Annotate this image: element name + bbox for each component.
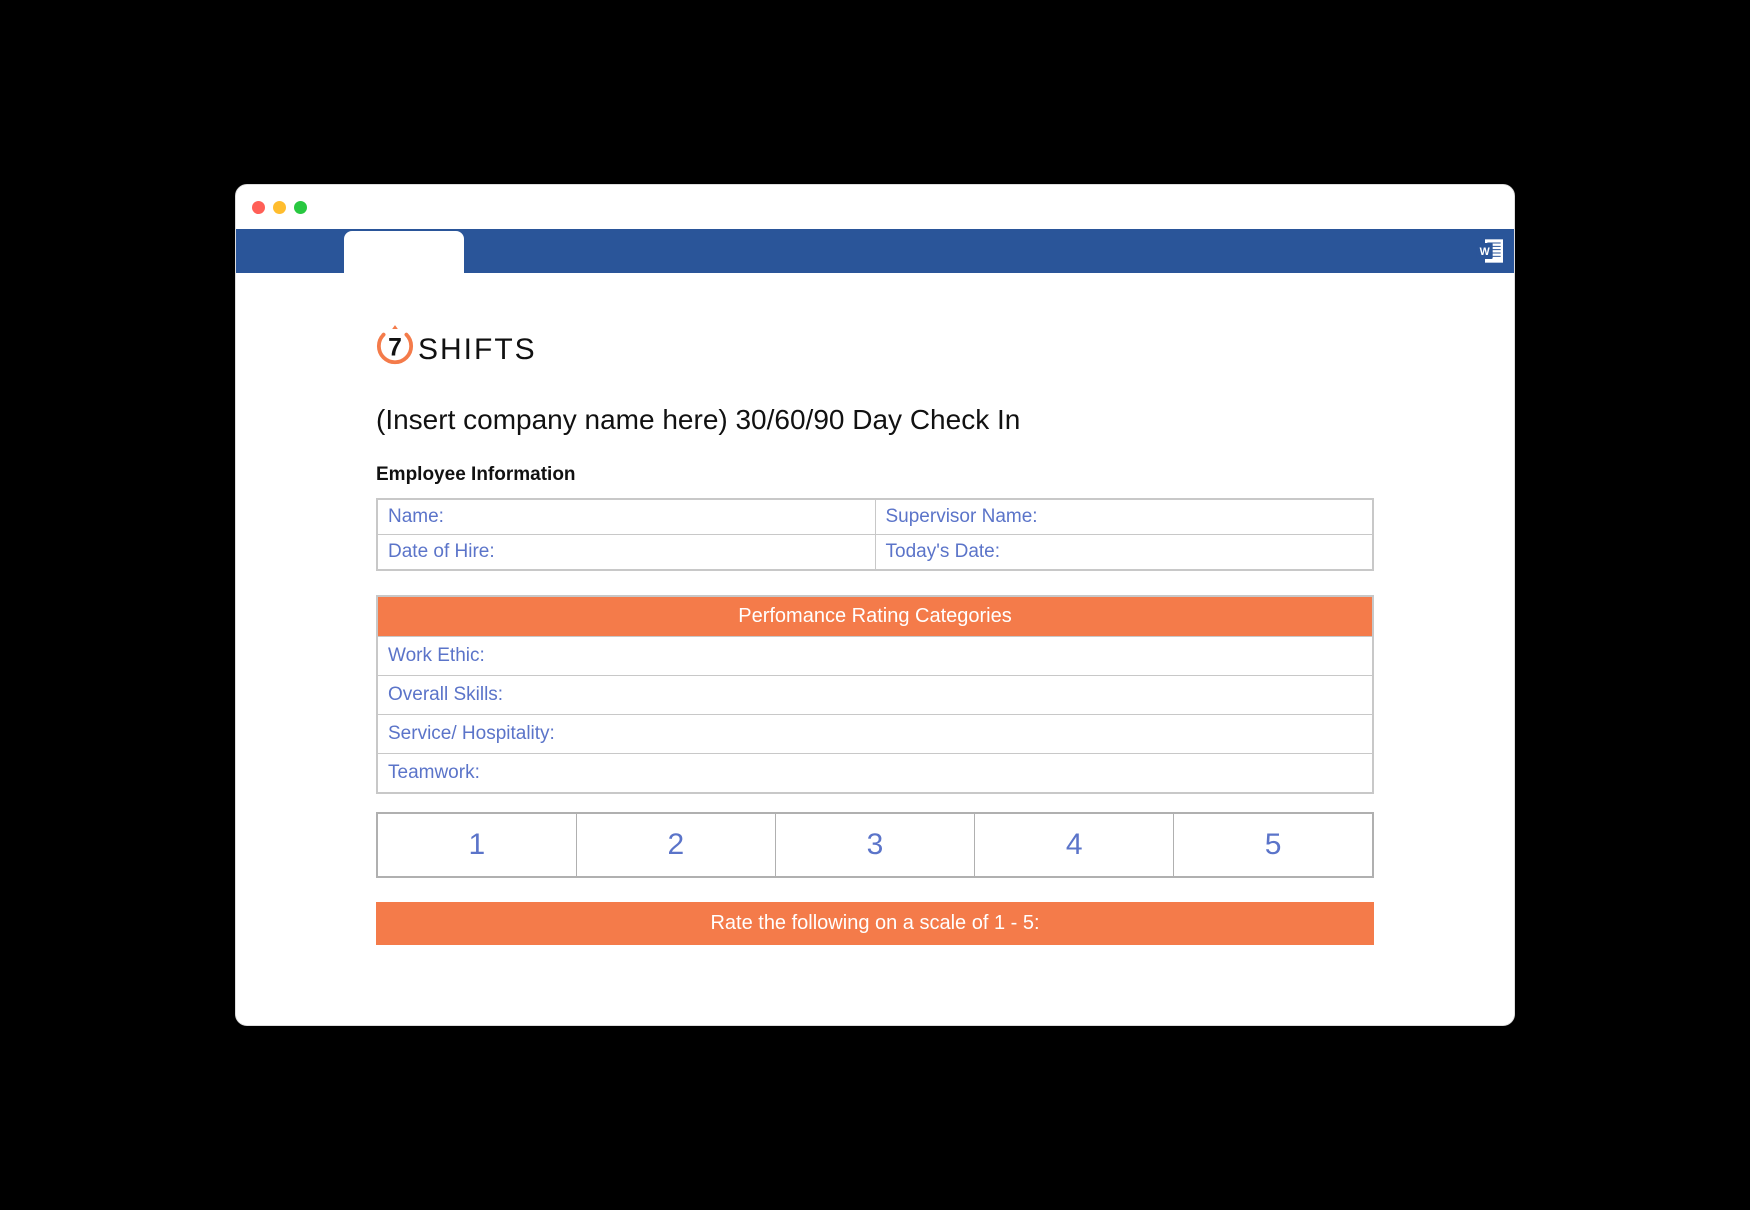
employee-info-heading: Employee Information bbox=[376, 464, 1374, 486]
table-row: Teamwork: bbox=[377, 754, 1373, 794]
table-row: Name: Supervisor Name: bbox=[377, 499, 1373, 535]
close-icon[interactable] bbox=[252, 201, 265, 214]
table-row: Work Ethic: bbox=[377, 637, 1373, 676]
performance-header: Perfomance Rating Categories bbox=[377, 596, 1373, 637]
scale-4[interactable]: 4 bbox=[975, 813, 1174, 877]
document-title: (Insert company name here) 30/60/90 Day … bbox=[376, 404, 1374, 436]
field-supervisor[interactable]: Supervisor Name: bbox=[875, 499, 1373, 535]
scale-5[interactable]: 5 bbox=[1174, 813, 1373, 877]
app-ribbon: W bbox=[236, 229, 1514, 273]
logo-mark-icon: 7 bbox=[376, 323, 414, 376]
maximize-icon[interactable] bbox=[294, 201, 307, 214]
category-teamwork[interactable]: Teamwork: bbox=[377, 754, 1373, 794]
category-work-ethic[interactable]: Work Ethic: bbox=[377, 637, 1373, 676]
svg-text:7: 7 bbox=[388, 335, 402, 362]
document-body: 7 SHIFTS (Insert company name here) 30/6… bbox=[236, 273, 1514, 1025]
scale-1[interactable]: 1 bbox=[377, 813, 576, 877]
field-name[interactable]: Name: bbox=[377, 499, 875, 535]
rating-scale: 1 2 3 4 5 bbox=[376, 812, 1374, 878]
table-row: Perfomance Rating Categories bbox=[377, 596, 1373, 637]
logo-text: SHIFTS bbox=[418, 333, 537, 367]
category-overall-skills[interactable]: Overall Skills: bbox=[377, 676, 1373, 715]
category-service-hospitality[interactable]: Service/ Hospitality: bbox=[377, 715, 1373, 754]
table-row: 1 2 3 4 5 bbox=[377, 813, 1373, 877]
brand-logo: 7 SHIFTS bbox=[376, 323, 1374, 376]
svg-text:W: W bbox=[1480, 246, 1491, 258]
rate-instruction-banner: Rate the following on a scale of 1 - 5: bbox=[376, 902, 1374, 945]
word-app-icon: W bbox=[1474, 235, 1506, 267]
scale-2[interactable]: 2 bbox=[576, 813, 775, 877]
table-row: Overall Skills: bbox=[377, 676, 1373, 715]
app-window: W 7 SHIFTS (Insert company name here) 30… bbox=[235, 184, 1515, 1026]
scale-3[interactable]: 3 bbox=[775, 813, 974, 877]
ribbon-active-tab[interactable] bbox=[344, 231, 464, 273]
table-row: Service/ Hospitality: bbox=[377, 715, 1373, 754]
minimize-icon[interactable] bbox=[273, 201, 286, 214]
table-row: Date of Hire: Today's Date: bbox=[377, 535, 1373, 571]
window-titlebar bbox=[236, 185, 1514, 229]
field-hire-date[interactable]: Date of Hire: bbox=[377, 535, 875, 571]
employee-info-table: Name: Supervisor Name: Date of Hire: Tod… bbox=[376, 498, 1374, 571]
field-today-date[interactable]: Today's Date: bbox=[875, 535, 1373, 571]
performance-table: Perfomance Rating Categories Work Ethic:… bbox=[376, 595, 1374, 794]
